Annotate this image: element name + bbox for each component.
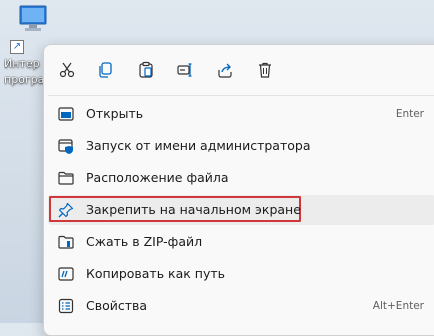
menu-item-label: Запуск от имени администратора: [86, 138, 311, 153]
cut-icon[interactable]: [54, 57, 80, 83]
menu-item-shortcut: Enter: [395, 108, 424, 120]
copy-icon[interactable]: [93, 57, 119, 83]
shortcut-arrow-icon: ↗: [10, 40, 24, 54]
context-toolbar: [44, 57, 344, 83]
menu-item-label: Свойства: [86, 298, 148, 313]
menu-item-properties[interactable]: Свойства Alt+Enter: [48, 291, 434, 321]
toolbar-separator: [48, 95, 434, 96]
menu-item-compress-zip[interactable]: Сжать в ZIP-файл: [48, 227, 434, 257]
menu-item-label: Сжать в ZIP-файл: [86, 234, 203, 249]
delete-icon[interactable]: [252, 57, 278, 83]
computer-icon: [18, 4, 48, 34]
desktop-label-line1: Интер: [4, 57, 40, 70]
open-icon: [58, 106, 74, 122]
paste-icon[interactable]: [133, 57, 159, 83]
copy-path-icon: [58, 266, 74, 282]
context-menu: Открыть Enter Запуск от имени администра…: [43, 44, 434, 336]
menu-item-run-as-admin[interactable]: Запуск от имени администратора: [48, 131, 434, 161]
desktop-icon-label: Интер програ: [4, 56, 48, 88]
menu-item-copy-as-path[interactable]: Копировать как путь: [48, 259, 434, 289]
menu-item-shortcut: Alt+Enter: [372, 300, 424, 312]
pin-icon: [58, 202, 74, 218]
zip-icon: [58, 234, 74, 250]
menu-item-label: Закрепить на начальном экране: [86, 202, 301, 217]
rename-icon[interactable]: [172, 57, 198, 83]
menu-item-label: Расположение файла: [86, 170, 229, 185]
run-as-admin-icon: [58, 138, 74, 154]
properties-icon: [58, 298, 74, 314]
desktop-label-line2: програ: [4, 73, 45, 86]
folder-icon: [58, 170, 74, 186]
menu-item-pin-to-start[interactable]: Закрепить на начальном экране: [48, 195, 434, 225]
menu-item-open[interactable]: Открыть Enter: [48, 99, 434, 129]
menu-item-file-location[interactable]: Расположение файла: [48, 163, 434, 193]
menu-item-label: Открыть: [86, 106, 144, 121]
share-icon[interactable]: [212, 57, 238, 83]
menu-item-label: Копировать как путь: [86, 266, 226, 281]
